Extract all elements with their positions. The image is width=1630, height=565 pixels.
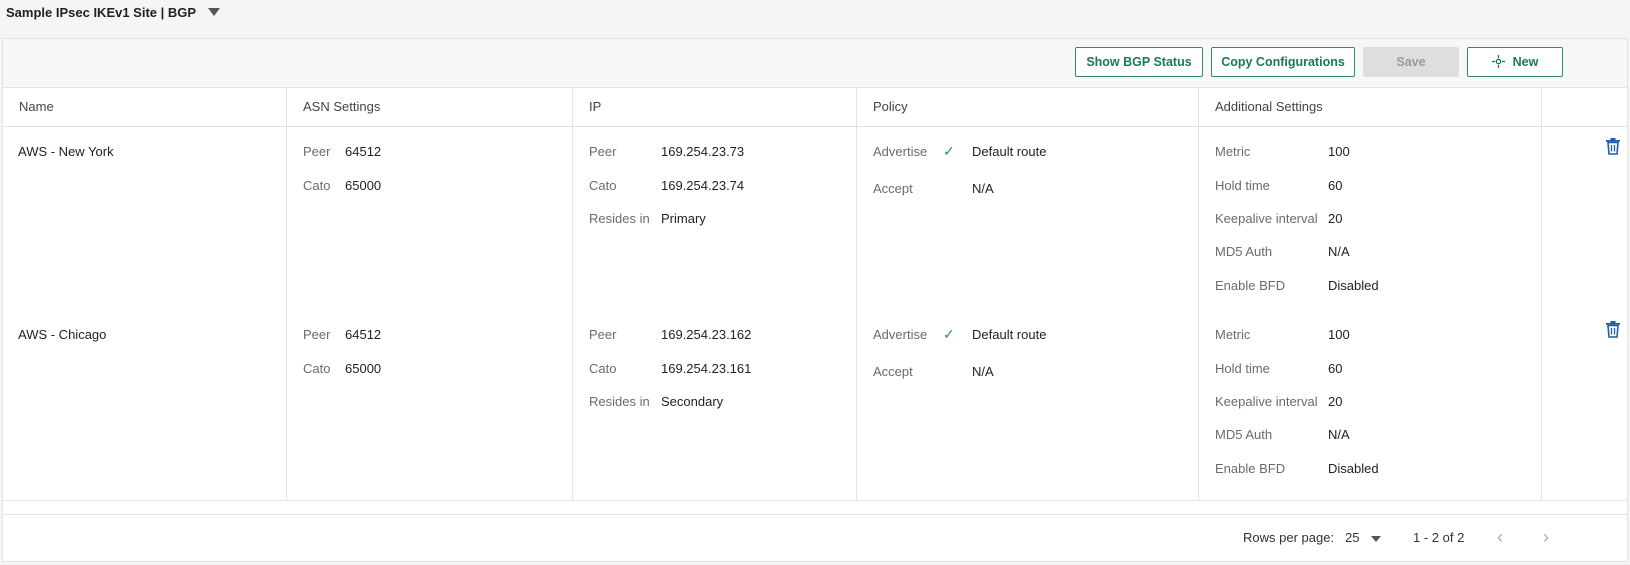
row-name: AWS - Chicago [18,327,107,342]
hold-time-value: 60 [1328,361,1343,376]
asn-peer-label: Peer [303,327,331,342]
new-label: New [1512,55,1539,69]
asn-peer-label: Peer [303,144,331,159]
asn-peer-value: 64512 [345,144,382,159]
name-cell: AWS - Chicago [3,310,287,500]
keepalive-label: Keepalive interval [1215,211,1318,226]
hold-time-value: 60 [1328,178,1343,193]
bfd-label: Enable BFD [1215,461,1286,476]
keepalive-value: 20 [1328,394,1343,409]
accept-value: N/A [972,364,994,379]
chevron-down-icon[interactable] [208,8,221,16]
additional-cell: Metric 100 Hold time 60 Keepalive interv… [1199,310,1542,500]
trash-icon[interactable] [1605,320,1621,338]
column-header-policy[interactable]: Policy [857,88,1199,126]
advertise-label: Advertise [873,144,928,159]
column-header-name[interactable]: Name [3,88,287,126]
trash-icon[interactable] [1605,137,1621,155]
rows-per-page-label: Rows per page: [1243,530,1335,545]
md5-label: MD5 Auth [1215,244,1273,259]
resides-in-label: Resides in [589,394,650,409]
asn-cato-label: Cato [303,178,331,193]
accept-value: N/A [972,181,994,196]
table-row[interactable]: AWS - Chicago Peer 64512 Cato 65000 Peer… [3,310,1627,501]
ip-peer-value: 169.254.23.73 [661,144,745,159]
asn-cato-value: 65000 [345,361,382,376]
toolbar: Show BGP Status Copy Configurations Save… [3,39,1627,88]
ip-peer-value: 169.254.23.162 [661,327,752,342]
keepalive-label: Keepalive interval [1215,394,1318,409]
resides-in-value: Primary [661,211,706,226]
bfd-value: Disabled [1328,278,1379,293]
page-title-bar[interactable]: Sample IPsec IKEv1 Site | BGP [6,3,221,21]
rows-per-page-select[interactable]: 25 [1345,530,1382,545]
accept-label: Accept [873,181,913,196]
hold-time-label: Hold time [1215,361,1270,376]
advertise-value: Default route [972,144,1047,159]
bfd-label: Enable BFD [1215,278,1286,293]
column-header-ip[interactable]: IP [573,88,857,126]
md5-label: MD5 Auth [1215,427,1273,442]
crosshair-icon [1491,54,1505,70]
copy-configurations-label: Copy Configurations [1221,55,1345,69]
save-label: Save [1396,55,1426,69]
hold-time-label: Hold time [1215,178,1270,193]
actions-cell [1542,127,1627,317]
row-name: AWS - New York [18,144,114,159]
save-button[interactable]: Save [1363,47,1459,77]
resides-in-label: Resides in [589,211,650,226]
asn-cato-label: Cato [303,361,331,376]
next-page-icon[interactable]: › [1543,527,1549,548]
pagination-range: 1 - 2 of 2 [1413,530,1465,545]
chevron-down-icon [1371,535,1382,542]
md5-value: N/A [1328,244,1350,259]
table-row[interactable]: AWS - New York Peer 64512 Cato 65000 Pee… [3,127,1627,318]
show-bgp-status-button[interactable]: Show BGP Status [1075,47,1203,77]
actions-cell [1542,310,1627,500]
page-title: Sample IPsec IKEv1 Site | BGP [6,4,197,20]
metric-value: 100 [1328,327,1350,342]
asn-cell: Peer 64512 Cato 65000 [287,310,573,500]
name-cell: AWS - New York [3,127,287,317]
asn-peer-value: 64512 [345,327,382,342]
copy-configurations-button[interactable]: Copy Configurations [1211,47,1355,77]
bgp-panel: Show BGP Status Copy Configurations Save… [2,38,1628,562]
policy-cell: Advertise ✓ Default route Accept N/A [857,310,1199,500]
ip-cato-value: 169.254.23.161 [661,361,752,376]
asn-cato-value: 65000 [345,178,382,193]
accept-label: Accept [873,364,913,379]
column-header-asn[interactable]: ASN Settings [287,88,573,126]
resides-in-value: Secondary [661,394,724,409]
metric-value: 100 [1328,144,1350,159]
checkmark-icon: ✓ [943,143,955,159]
ip-peer-label: Peer [589,327,617,342]
metric-label: Metric [1215,327,1251,342]
ip-cell: Peer 169.254.23.162 Cato 169.254.23.161 … [573,310,857,500]
bfd-value: Disabled [1328,461,1379,476]
rows-per-page-value: 25 [1345,530,1360,545]
metric-label: Metric [1215,144,1251,159]
column-header-additional[interactable]: Additional Settings [1199,88,1542,126]
show-bgp-status-label: Show BGP Status [1086,55,1192,69]
advertise-label: Advertise [873,327,928,342]
md5-value: N/A [1328,427,1350,442]
previous-page-icon[interactable]: ‹ [1497,527,1503,548]
additional-cell: Metric 100 Hold time 60 Keepalive interv… [1199,127,1542,317]
advertise-value: Default route [972,327,1047,342]
ip-cell: Peer 169.254.23.73 Cato 169.254.23.74 Re… [573,127,857,317]
table-header: Name ASN Settings IP Policy Additional S… [3,88,1627,127]
policy-cell: Advertise ✓ Default route Accept N/A [857,127,1199,317]
checkmark-icon: ✓ [943,326,955,342]
ip-peer-label: Peer [589,144,617,159]
new-button[interactable]: New [1467,47,1563,77]
ip-cato-label: Cato [589,178,617,193]
pagination-footer: Rows per page: 25 1 - 2 of 2 ‹ › [3,514,1627,561]
ip-cato-label: Cato [589,361,617,376]
asn-cell: Peer 64512 Cato 65000 [287,127,573,317]
keepalive-value: 20 [1328,211,1343,226]
ip-cato-value: 169.254.23.74 [661,178,745,193]
